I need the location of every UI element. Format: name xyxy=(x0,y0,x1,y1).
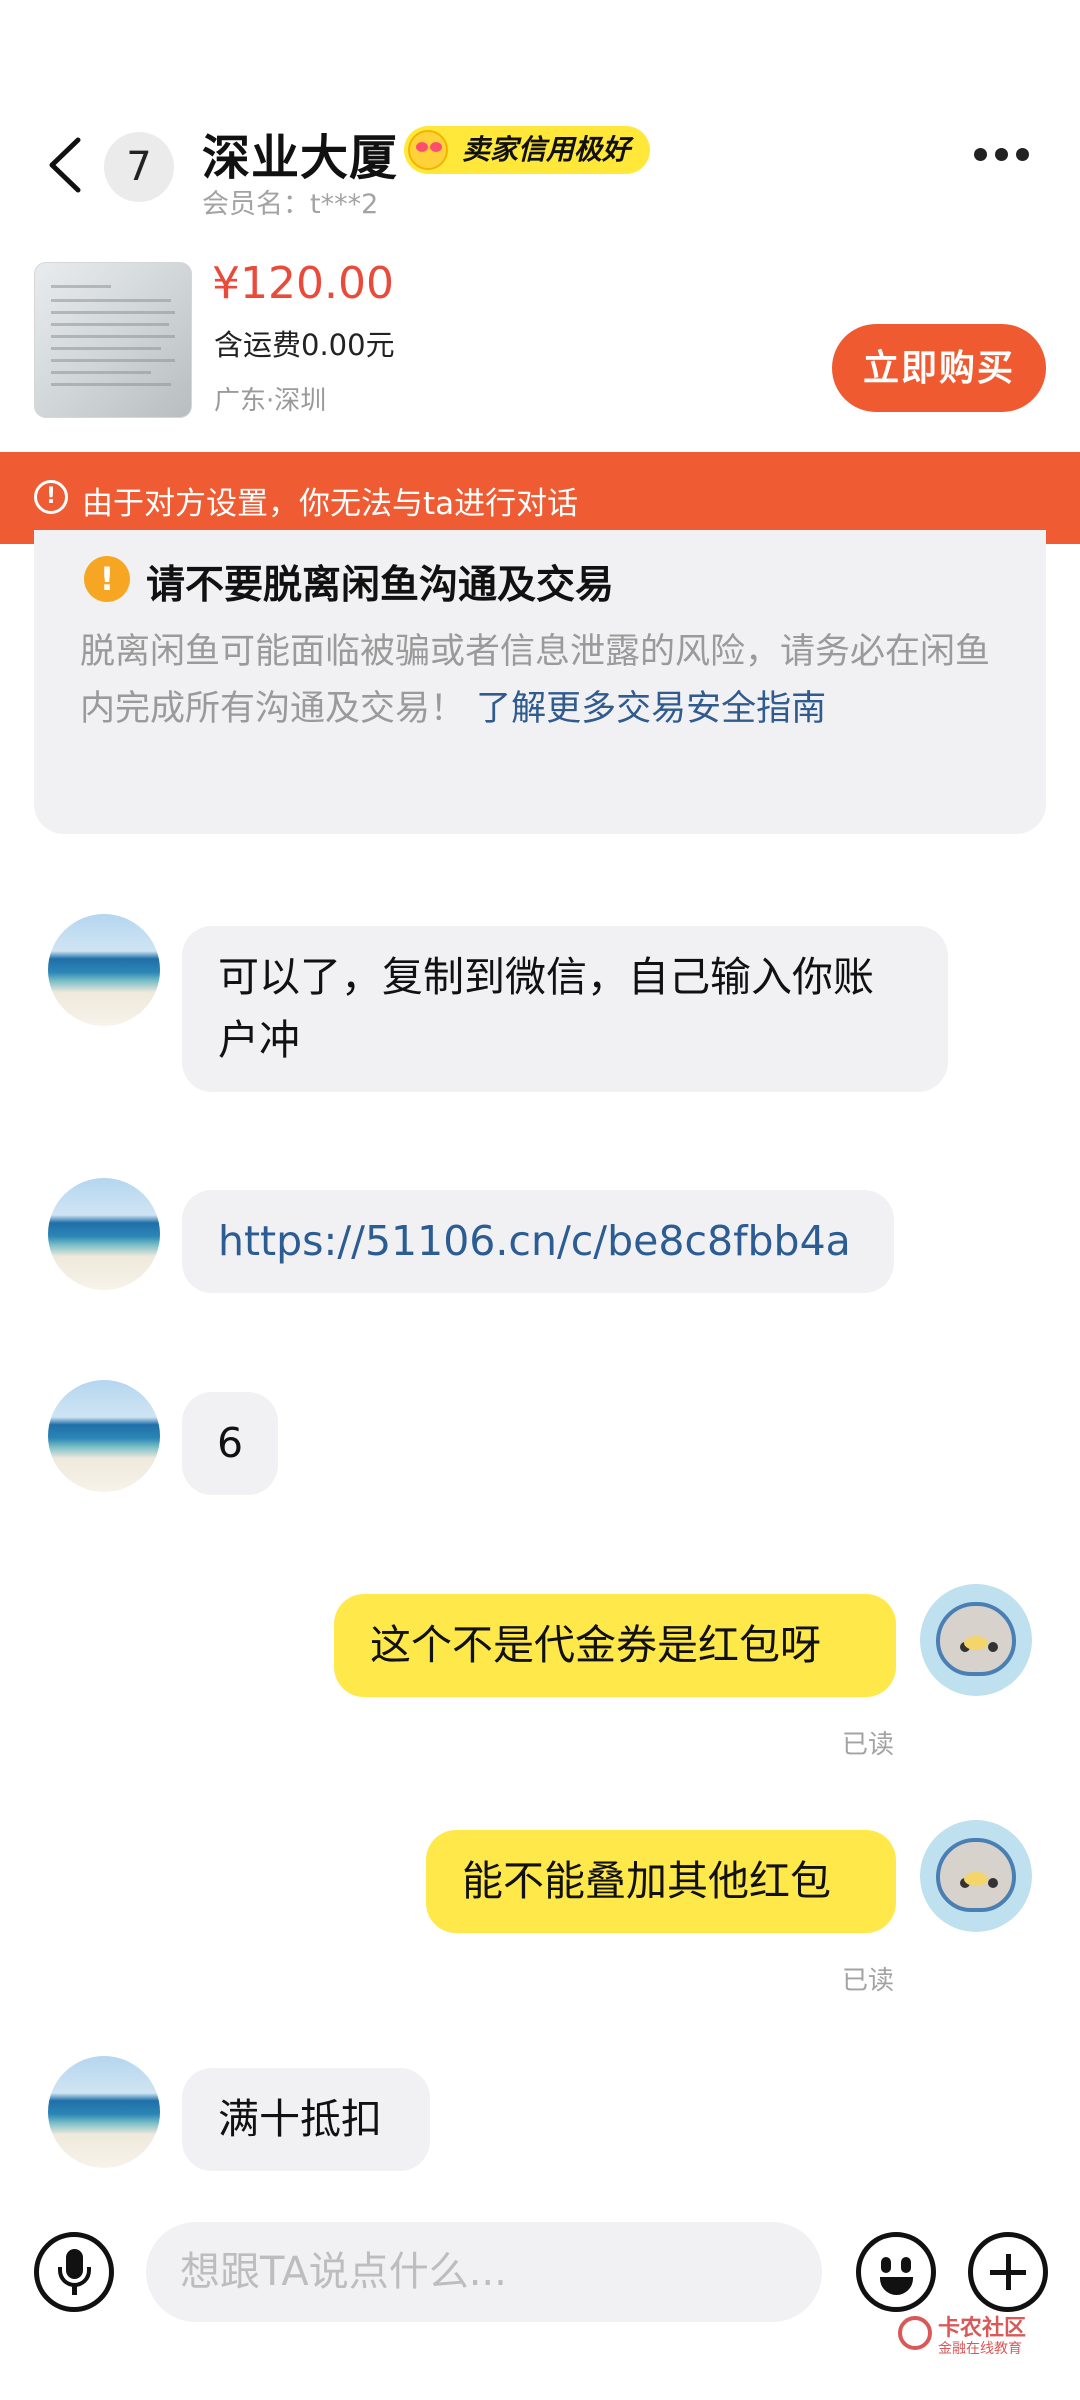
smiley-eye xyxy=(901,2257,911,2273)
thumb-line xyxy=(51,359,175,362)
thumb-line xyxy=(51,371,151,374)
read-status: 已读 xyxy=(842,1730,895,1760)
microphone-stand xyxy=(58,2267,91,2287)
more-dots-icon xyxy=(974,148,987,161)
read-status: 已读 xyxy=(842,1966,895,1996)
message-bubble-outgoing[interactable]: 这个不是代金券是红包呀 xyxy=(334,1594,896,1697)
chevron-left-icon xyxy=(49,137,81,193)
credit-badge-label: 卖家信用极好 xyxy=(462,133,631,166)
seller-avatar[interactable] xyxy=(48,1380,160,1492)
thumb-line xyxy=(51,383,171,386)
thumb-line xyxy=(51,311,175,314)
cat-nose xyxy=(964,1872,988,1886)
thumb-line xyxy=(51,323,169,326)
buy-now-button[interactable]: 立即购买 xyxy=(832,324,1046,412)
my-avatar[interactable] xyxy=(920,1820,1032,1932)
seller-avatar[interactable] xyxy=(48,914,160,1026)
product-thumbnail[interactable] xyxy=(34,262,192,418)
alert-circle-icon: ! xyxy=(34,480,68,514)
safety-body: 脱离闲鱼可能面临被骗或者信息泄露的风险，请务必在闲鱼内完成所有沟通及交易！ 了解… xyxy=(80,624,1010,738)
product-location: 广东·深圳 xyxy=(214,386,327,416)
member-name: 会员名：t***2 xyxy=(202,189,379,220)
safety-tip-card: ! 请不要脱离闲鱼沟通及交易 脱离闲鱼可能面临被骗或者信息泄露的风险，请务必在闲… xyxy=(34,530,1046,834)
more-options-button[interactable] xyxy=(974,146,1038,166)
warning-icon: ! xyxy=(84,556,130,602)
safety-title: 请不要脱离闲鱼沟通及交易 xyxy=(146,563,615,608)
credit-badge: 卖家信用极好 xyxy=(404,126,651,174)
voice-input-button[interactable] xyxy=(34,2232,114,2312)
notice-text: 由于对方设置，你无法与ta进行对话 xyxy=(82,486,579,522)
message-bubble-incoming[interactable]: 6 xyxy=(182,1392,278,1495)
site-watermark: 卡农社区 金融在线教育 xyxy=(898,2310,1068,2366)
my-avatar[interactable] xyxy=(920,1584,1032,1696)
more-dot xyxy=(995,148,1008,161)
back-button[interactable] xyxy=(44,130,84,200)
seller-avatar[interactable] xyxy=(48,1178,160,1290)
heart-eyes-emoji-icon xyxy=(408,130,448,170)
emoji-button[interactable] xyxy=(856,2232,936,2312)
chat-header: 7 深业大厦 卖家信用极好 会员名：t***2 xyxy=(0,0,1080,220)
message-bubble-incoming[interactable]: 可以了，复制到微信，自己输入你账户冲 xyxy=(182,926,948,1092)
message-link-bubble[interactable]: https://51106.cn/c/be8c8fbb4a xyxy=(182,1190,894,1293)
unread-count-badge[interactable]: 7 xyxy=(104,132,174,202)
cat-eye xyxy=(988,1642,998,1652)
smiley-mouth xyxy=(880,2277,913,2295)
thumb-line xyxy=(51,335,175,338)
add-attachment-button[interactable] xyxy=(968,2232,1048,2312)
shop-name: 深业大厦 xyxy=(202,130,399,186)
smiley-face-icon xyxy=(881,2257,891,2273)
microphone-leg xyxy=(72,2285,77,2295)
shipping-fee: 含运费0.00元 xyxy=(214,328,395,362)
safety-guide-link[interactable]: 了解更多交易安全指南 xyxy=(465,689,826,729)
thumb-line xyxy=(51,285,111,288)
message-input[interactable] xyxy=(146,2222,822,2322)
more-dot xyxy=(1016,148,1029,161)
watermark-logo-icon xyxy=(898,2316,932,2350)
message-bubble-incoming[interactable]: 满十抵扣 xyxy=(182,2068,430,2171)
message-input-bar xyxy=(0,2200,1080,2400)
watermark-tagline: 金融在线教育 xyxy=(938,2341,1022,2357)
message-bubble-outgoing[interactable]: 能不能叠加其他红包 xyxy=(426,1830,896,1933)
cat-eye xyxy=(988,1878,998,1888)
seller-avatar[interactable] xyxy=(48,2056,160,2168)
product-price: ¥120.00 xyxy=(212,258,394,309)
thumb-line xyxy=(51,299,171,302)
cat-nose xyxy=(964,1636,988,1650)
thumb-line xyxy=(51,347,161,350)
